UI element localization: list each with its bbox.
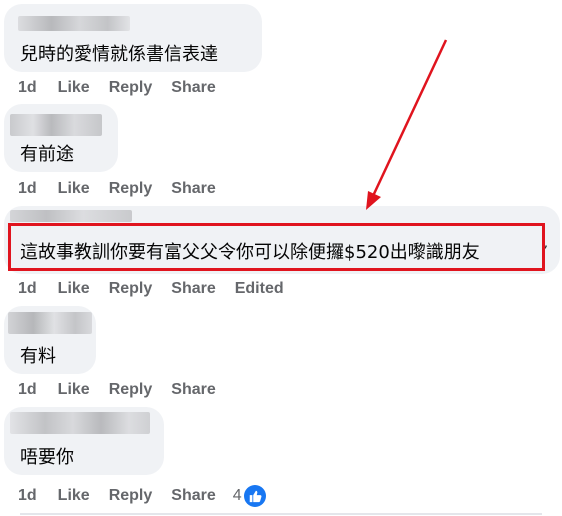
timestamp[interactable]: 1d [18,381,37,399]
share-button[interactable]: Share [171,180,215,198]
reply-button[interactable]: Reply [109,79,153,97]
divider [20,513,542,515]
blurred-author-name[interactable] [10,412,150,434]
thumbs-up-icon [243,485,266,507]
comment-actions: 1d Like Reply Share [18,79,235,97]
reply-button[interactable]: Reply [109,381,153,399]
like-button[interactable]: Like [58,280,90,298]
blurred-author-name[interactable] [8,312,92,334]
comment-bubble: 有前途 [4,104,118,172]
comment-bubble: 兒時的愛情就係書信表達 [4,4,262,72]
like-button[interactable]: Like [58,487,90,505]
like-button[interactable]: Like [58,180,90,198]
share-button[interactable]: Share [171,79,215,97]
reaction-count-number: 4 [232,487,242,504]
timestamp[interactable]: 1d [18,280,37,298]
comment-text: 有料 [20,346,56,367]
comment-actions: 1d Like Reply Share [18,381,235,399]
share-button[interactable]: Share [171,487,215,505]
reply-button[interactable]: Reply [109,280,153,298]
like-button[interactable]: Like [58,79,90,97]
like-button[interactable]: Like [58,381,90,399]
blurred-author-name[interactable] [18,16,130,31]
timestamp[interactable]: 1d [18,487,37,505]
blurred-author-name[interactable] [10,114,102,136]
reply-button[interactable]: Reply [109,487,153,505]
reply-button[interactable]: Reply [109,180,153,198]
comment-actions: 1d Like Reply Share Edited [18,280,303,298]
comment-text: 唔要你 [20,447,74,468]
edited-label: Edited [234,280,284,297]
share-button[interactable]: Share [171,381,215,399]
comment-bubble: 有料 [4,306,96,374]
timestamp[interactable]: 1d [18,180,37,198]
comment-text: 兒時的愛情就係書信表達 [20,44,218,65]
timestamp[interactable]: 1d [18,79,37,97]
comment-bubble: 唔要你 [4,407,164,475]
share-button[interactable]: Share [171,280,215,298]
reaction-count[interactable]: 4 [233,485,285,507]
annotation-highlight-box [8,223,545,271]
blurred-author-name[interactable] [10,210,132,222]
comment-text: 有前途 [20,144,74,165]
comment-actions: 1d Like Reply Share 4 [18,485,304,507]
comment-actions: 1d Like Reply Share [18,180,235,198]
